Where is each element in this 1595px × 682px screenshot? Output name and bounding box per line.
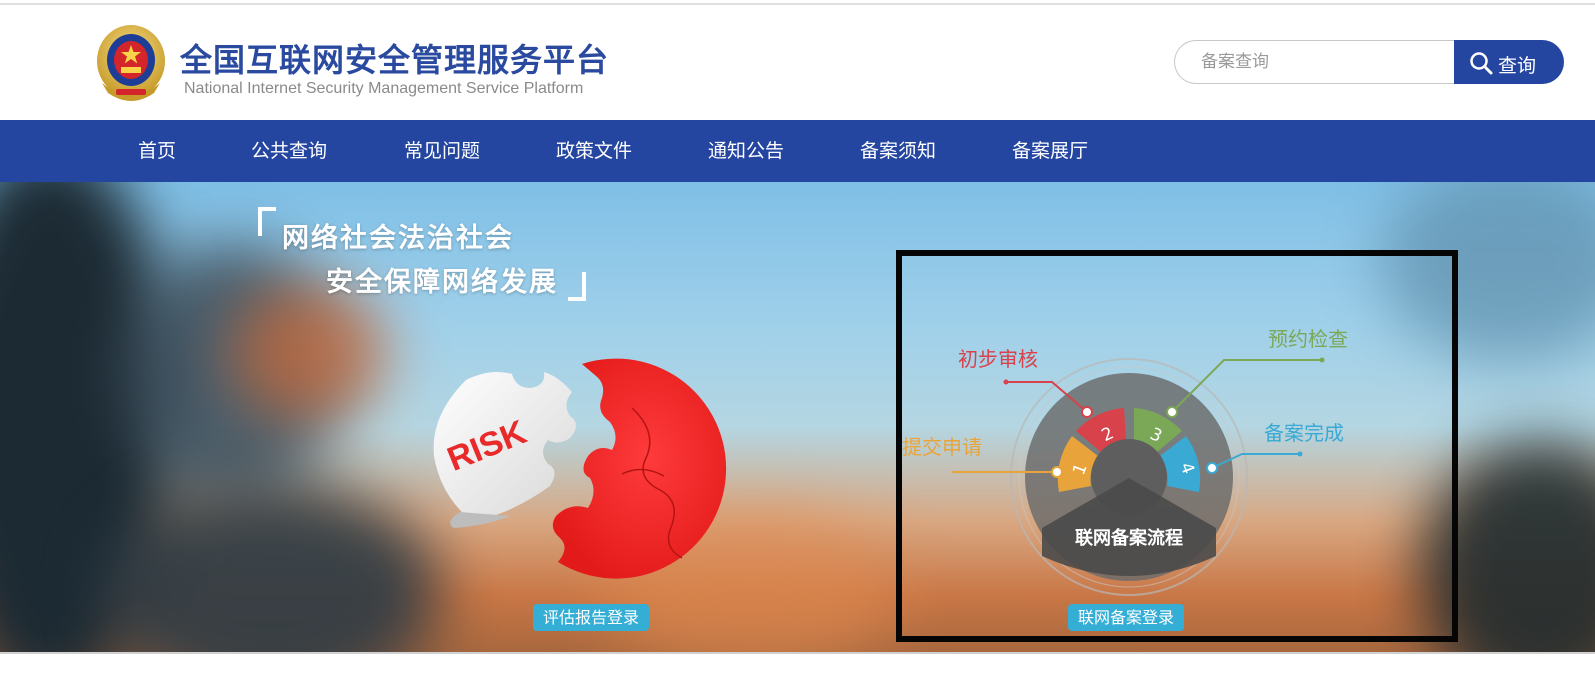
filing-flow-diagram: 1 2 3 4 联网备案流程 提交申请 初步审核 预约检查 备案完成 bbox=[902, 327, 1348, 596]
site-subtitle: National Internet Security Management Se… bbox=[184, 80, 584, 97]
hero-orange-shape bbox=[230, 282, 390, 422]
nav-item-policy-docs[interactable]: 政策文件 bbox=[556, 120, 632, 182]
site-header: 全国互联网安全管理服务平台 National Internet Security… bbox=[0, 5, 1595, 120]
search-box bbox=[1174, 40, 1455, 84]
national-emblem-icon bbox=[97, 25, 165, 101]
risk-report-login-button[interactable]: 评估报告登录 bbox=[533, 604, 650, 631]
bottom-rule bbox=[0, 652, 1595, 682]
flow-step-4-label: 备案完成 bbox=[1264, 421, 1344, 445]
nav-item-filing-hall[interactable]: 备案展厅 bbox=[1012, 120, 1088, 182]
flow-center-label: 联网备案流程 bbox=[1075, 527, 1183, 549]
nav-item-public-query[interactable]: 公共查询 bbox=[251, 120, 327, 182]
hero-banner: 网络社会法治社会 安全保障网络发展 RISK 评估报告登录 1 2 3 4 联网… bbox=[0, 182, 1595, 652]
nav-item-home[interactable]: 首页 bbox=[138, 120, 176, 182]
search-button[interactable]: 查询 bbox=[1454, 40, 1564, 84]
filing-login-button[interactable]: 联网备案登录 bbox=[1068, 604, 1185, 631]
flow-step-1-label: 提交申请 bbox=[902, 435, 982, 459]
flow-step-3-label: 预约检查 bbox=[1268, 327, 1348, 351]
flow-step-2-label: 初步审核 bbox=[958, 347, 1038, 371]
slogan-close-bracket-icon bbox=[568, 272, 586, 301]
slogan-open-bracket-icon bbox=[258, 207, 276, 236]
nav-item-notices[interactable]: 通知公告 bbox=[708, 120, 784, 182]
slogan-line-2: 安全保障网络发展 bbox=[326, 267, 558, 298]
search-button-label: 查询 bbox=[1498, 55, 1537, 77]
nav-item-filing-guide[interactable]: 备案须知 bbox=[860, 120, 936, 182]
risk-puzzle-icon: RISK bbox=[433, 358, 727, 579]
filing-flow-panel: 1 2 3 4 联网备案流程 提交申请 初步审核 预约检查 备案完成 联网备案登… bbox=[896, 250, 1458, 642]
slogan-line-1: 网络社会法治社会 bbox=[282, 223, 514, 254]
site-title: 全国互联网安全管理服务平台 bbox=[180, 41, 610, 79]
search-icon bbox=[1470, 52, 1493, 75]
nav-item-faq[interactable]: 常见问题 bbox=[404, 120, 480, 182]
search-input[interactable] bbox=[1201, 41, 1451, 83]
main-nav: 首页 公共查询 常见问题 政策文件 通知公告 备案须知 备案展厅 bbox=[0, 120, 1595, 182]
